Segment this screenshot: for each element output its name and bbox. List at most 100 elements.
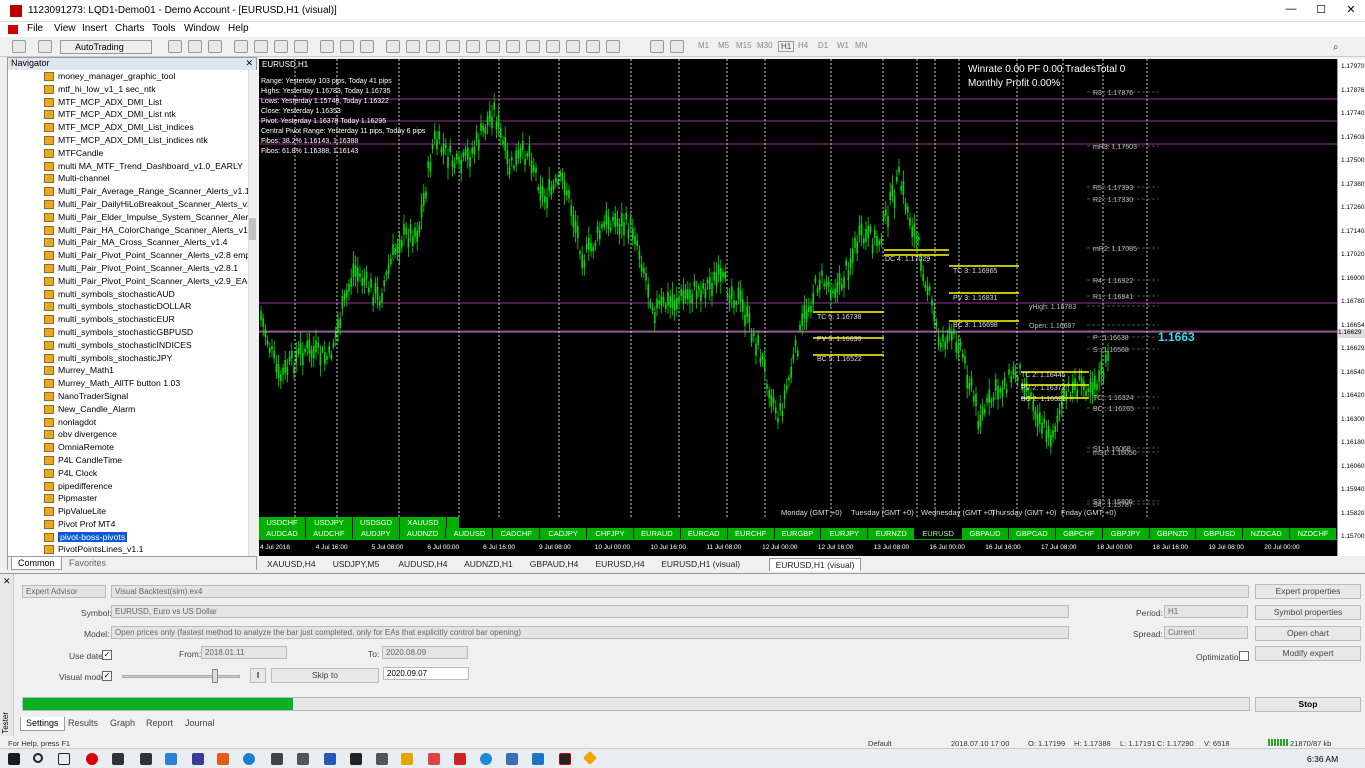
- chart-area[interactable]: TC 3: 1.16965 PV 3: 1.16831 BC 3: 1.16698 T…: [259, 59, 1337, 556]
- speed-slider-thumb[interactable]: [212, 669, 218, 683]
- navigator-item[interactable]: multi MA_MTF_Trend_Dashboard_v1.0_EARLY: [8, 160, 248, 173]
- grid-icon[interactable]: [360, 40, 374, 53]
- symbol-button[interactable]: EURUSD: [915, 528, 963, 539]
- app-icon[interactable]: [297, 753, 309, 765]
- navigator-item[interactable]: Pipmaster: [8, 492, 248, 505]
- symbol-button[interactable]: NZDCHF: [1290, 528, 1337, 539]
- tf-m5[interactable]: M5: [718, 41, 729, 50]
- symbol-button[interactable]: EURJPY: [821, 528, 869, 539]
- navigator-item[interactable]: Multi_Pair_Elder_Impulse_System_Scanner_…: [8, 211, 248, 224]
- navigator-item[interactable]: New_Candle_Alarm: [8, 403, 248, 416]
- cursor-icon[interactable]: [650, 40, 664, 53]
- symbol-button[interactable]: XAUUSD: [400, 517, 447, 528]
- tf-w1[interactable]: W1: [837, 41, 849, 50]
- tab-journal[interactable]: Journal: [180, 717, 220, 731]
- symbol-button[interactable]: GBPAUD: [962, 528, 1009, 539]
- ellipse-icon[interactable]: [406, 40, 420, 53]
- tab-report[interactable]: Report: [141, 717, 178, 731]
- app-icon[interactable]: [271, 753, 283, 765]
- metatrader-icon[interactable]: [559, 753, 571, 765]
- optimization-checkbox[interactable]: [1239, 651, 1249, 661]
- symbol-select[interactable]: EURUSD, Euro vs US Dollar: [111, 605, 1069, 618]
- symbol-button[interactable]: GBPCAD: [1009, 528, 1056, 539]
- label-icon[interactable]: [586, 40, 600, 53]
- navigator-item[interactable]: Multi_Pair_Average_Range_Scanner_Alerts_…: [8, 185, 248, 198]
- to-date-input[interactable]: 2020.08.09: [382, 646, 468, 659]
- edge-icon[interactable]: [243, 753, 255, 765]
- app-icon[interactable]: [165, 753, 177, 765]
- navigator-item[interactable]: P4L Clock: [8, 467, 248, 480]
- navigator-item[interactable]: Multi_Pair_HA_ColorChange_Scanner_Alerts…: [8, 224, 248, 237]
- navigator-item[interactable]: MTF_MCP_ADX_DMI_List ntk: [8, 108, 248, 121]
- symbol-button[interactable]: USDCHF: [259, 517, 306, 528]
- from-date-input[interactable]: 2018.01.11: [201, 646, 287, 659]
- tf-h1[interactable]: H1: [778, 41, 795, 52]
- pdf-icon[interactable]: [454, 753, 466, 765]
- minimize-button[interactable]: —: [1276, 3, 1306, 19]
- navigator-item[interactable]: MTF_MCP_ADX_DMI_List_indices: [8, 121, 248, 134]
- navigator-item[interactable]: PivotPointsLines_v1.1: [8, 543, 248, 556]
- navigator-item[interactable]: Murrey_Math_AllTF button 1.03: [8, 377, 248, 390]
- auto-scroll-icon[interactable]: [234, 40, 248, 53]
- navigator-item[interactable]: OmniaRemote: [8, 441, 248, 454]
- app-icon[interactable]: [217, 753, 229, 765]
- symbol-button[interactable]: EURNZD: [868, 528, 916, 539]
- symbol-button[interactable]: CADJPY: [540, 528, 588, 539]
- tf-m30[interactable]: M30: [757, 41, 773, 50]
- app-icon[interactable]: [428, 753, 440, 765]
- tf-d1[interactable]: D1: [818, 41, 828, 50]
- zoom-in-icon[interactable]: [320, 40, 334, 53]
- navigator-item[interactable]: pivot-boss-pivots: [8, 531, 248, 544]
- navigator-item[interactable]: MTF_MCP_ADX_DMI_List_indices ntk: [8, 134, 248, 147]
- navigator-item[interactable]: Multi_Pair_DailyHiLoBreakout_Scanner_Ale…: [8, 198, 248, 211]
- navigator-item[interactable]: Multi_Pair_Pivot_Point_Scanner_Alerts_v2…: [8, 249, 248, 262]
- horizontal-line-icon[interactable]: [546, 40, 560, 53]
- close-button[interactable]: ✕: [1336, 3, 1365, 19]
- chart-tab[interactable]: XAUUSD,H4: [261, 558, 322, 571]
- symbol-button[interactable]: EURCHF: [728, 528, 775, 539]
- model-select[interactable]: Open prices only (fastest method to anal…: [111, 626, 1069, 639]
- period-select[interactable]: H1: [1164, 605, 1248, 618]
- rectangle-icon[interactable]: [386, 40, 400, 53]
- app-icon[interactable]: [480, 753, 492, 765]
- tf-m15[interactable]: M15: [736, 41, 752, 50]
- trendline-icon[interactable]: [486, 40, 500, 53]
- search-icon[interactable]: [33, 753, 43, 763]
- navigator-item[interactable]: mtf_hi_low_v1_1 sec_ntk: [8, 83, 248, 96]
- symbol-button[interactable]: AUDCAD: [259, 528, 306, 539]
- navigator-item[interactable]: Multi-channel: [8, 172, 248, 185]
- windows-start-icon[interactable]: [8, 753, 20, 765]
- expert-properties-button[interactable]: Expert properties: [1255, 584, 1361, 599]
- symbol-button[interactable]: AUDUSD: [446, 528, 494, 539]
- navigator-item[interactable]: NanoTraderSignal: [8, 390, 248, 403]
- period-icon[interactable]: [294, 40, 308, 53]
- crosshair-icon[interactable]: [670, 40, 684, 53]
- symbol-button[interactable]: GBPNZD: [1150, 528, 1197, 539]
- tester-type-select[interactable]: Expert Advisor: [22, 585, 106, 598]
- arrows-icon[interactable]: [606, 40, 620, 53]
- open-chart-button[interactable]: Open chart: [1255, 626, 1361, 641]
- symbol-button[interactable]: USDSGD: [353, 517, 400, 528]
- symbol-button[interactable]: EURCAD: [681, 528, 728, 539]
- menu-tools[interactable]: Tools: [152, 23, 175, 34]
- app-icon[interactable]: [140, 753, 152, 765]
- maximize-button[interactable]: ☐: [1306, 3, 1336, 19]
- new-chart-icon[interactable]: [12, 40, 26, 53]
- navigator-item[interactable]: Multi_Pair_MA_Cross_Scanner_Alerts_v1.4: [8, 236, 248, 249]
- symbol-button[interactable]: CADCHF: [493, 528, 541, 539]
- app-icon[interactable]: [350, 753, 362, 765]
- angle-line-icon[interactable]: [506, 40, 520, 53]
- triangle-icon[interactable]: [426, 40, 440, 53]
- app-icon[interactable]: [506, 753, 518, 765]
- symbol-button[interactable]: AUDJPY: [353, 528, 400, 539]
- navigator-item[interactable]: pipedifference: [8, 480, 248, 493]
- navigator-item[interactable]: Pivot Prof MT4: [8, 518, 248, 531]
- chart-tab[interactable]: EURUSD,H1 (visual): [768, 558, 862, 571]
- chart-tab[interactable]: GBPAUD,H4: [524, 558, 585, 571]
- menu-file[interactable]: File: [27, 23, 43, 34]
- navigator-item[interactable]: MTF_MCP_ADX_DMI_List: [8, 96, 248, 109]
- close-icon[interactable]: ✕: [245, 58, 253, 69]
- modify-expert-button[interactable]: Modify expert: [1255, 646, 1361, 661]
- navigator-item[interactable]: multi_symbols_stochasticGBPUSD: [8, 326, 248, 339]
- chart-tab[interactable]: AUDNZD,H1: [458, 558, 519, 571]
